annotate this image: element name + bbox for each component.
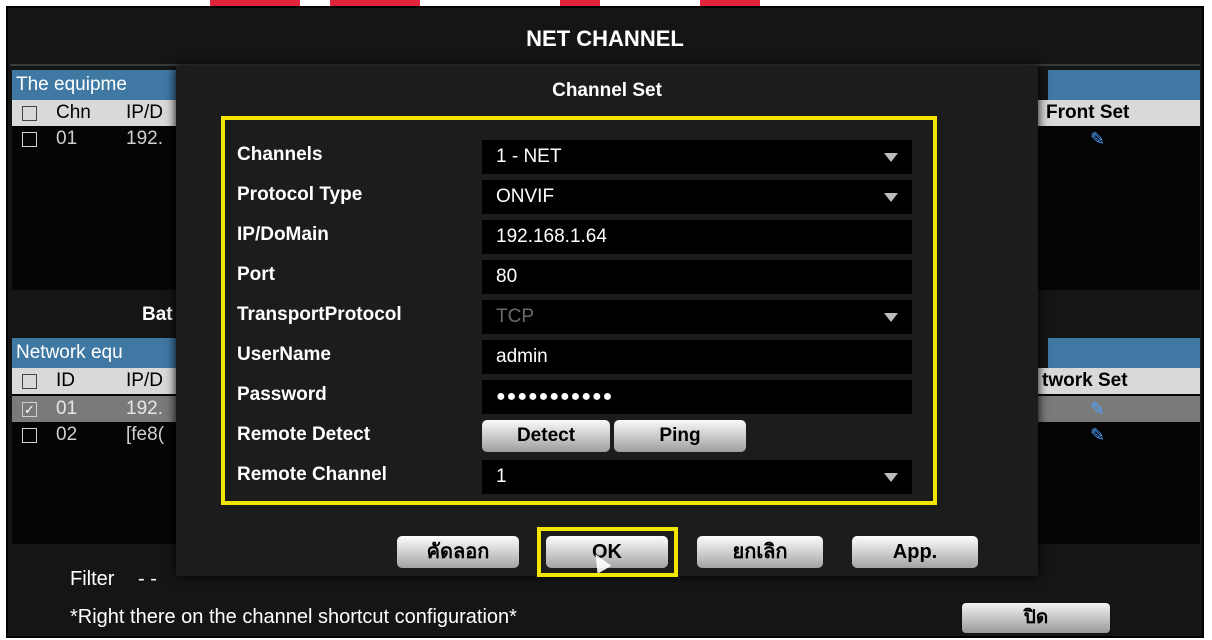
col-id: ID	[56, 370, 75, 391]
port-row: Port 80	[216, 260, 912, 294]
remote-detect-label: Remote Detect	[237, 424, 371, 445]
equipment-row-checkbox[interactable]	[22, 132, 37, 147]
password-label: Password	[237, 384, 327, 405]
equipment-section-header: The equipme	[12, 70, 182, 100]
footer-note: *Right there on the channel shortcut con…	[70, 606, 517, 628]
username-row: UserName admin	[216, 340, 912, 374]
remote-channel-row: Remote Channel 1	[216, 460, 912, 494]
filter-label: Filter	[70, 568, 115, 590]
col-network-set: twork Set	[1042, 370, 1128, 391]
remote-channel-select[interactable]: 1	[482, 460, 912, 494]
protocol-type-value: ONVIF	[496, 186, 555, 207]
equipment-ip: 192.	[126, 128, 163, 149]
network-row-checkbox[interactable]	[22, 428, 37, 443]
port-input[interactable]: 80	[482, 260, 912, 294]
edit-pencil-icon[interactable]: ✎	[1090, 126, 1105, 152]
dropdown-arrow-icon	[884, 473, 898, 482]
remote-detect-row: Remote Detect Detect Ping	[216, 420, 906, 454]
window-title: NET CHANNEL	[526, 26, 684, 51]
transport-protocol-label: TransportProtocol	[237, 304, 402, 325]
equipment-section-header-right	[1048, 70, 1200, 100]
transport-protocol-value: TCP	[496, 306, 534, 327]
apply-button[interactable]: App.	[852, 536, 978, 568]
network-ip: [fe8(	[126, 424, 165, 445]
protocol-type-row: Protocol Type ONVIF	[216, 180, 912, 214]
edit-pencil-icon[interactable]: ✎	[1090, 422, 1105, 448]
cancel-button[interactable]: ยกเลิก	[697, 536, 823, 568]
ip-domain-row: IP/DoMain 192.168.1.64	[216, 220, 912, 254]
remote-channel-label: Remote Channel	[237, 464, 387, 485]
channels-value: 1 - NET	[496, 146, 562, 167]
ping-button[interactable]: Ping	[614, 420, 746, 452]
ip-domain-label: IP/DoMain	[237, 224, 329, 245]
password-input[interactable]: ●●●●●●●●●●●	[482, 380, 912, 414]
dropdown-arrow-icon	[884, 313, 898, 322]
close-button[interactable]: ปิด	[962, 603, 1110, 633]
network-section-header: Network equ	[12, 338, 182, 368]
network-id: 01	[56, 398, 78, 419]
channels-label: Channels	[237, 144, 323, 165]
port-label: Port	[237, 264, 275, 285]
filter-value[interactable]: - -	[138, 568, 157, 591]
username-label: UserName	[237, 344, 331, 365]
dialog-title: Channel Set	[552, 80, 662, 101]
network-ip: 192.	[126, 398, 163, 419]
channel-set-dialog: Channel Set Channels 1 - NET Protocol Ty…	[176, 66, 1038, 576]
ip-domain-input[interactable]: 192.168.1.64	[482, 220, 912, 254]
dropdown-arrow-icon	[884, 153, 898, 162]
select-all-network-checkbox[interactable]	[22, 374, 37, 389]
protocol-type-label: Protocol Type	[237, 184, 363, 205]
transport-protocol-select[interactable]: TCP	[482, 300, 912, 334]
network-id: 02	[56, 424, 78, 445]
col-ip: IP/D	[126, 102, 163, 123]
channels-select[interactable]: 1 - NET	[482, 140, 912, 174]
transport-protocol-row: TransportProtocol TCP	[216, 300, 912, 334]
protocol-type-select[interactable]: ONVIF	[482, 180, 912, 214]
copy-button[interactable]: คัดลอก	[397, 536, 519, 568]
channels-row: Channels 1 - NET	[216, 140, 912, 174]
edit-pencil-icon[interactable]: ✎	[1090, 396, 1105, 422]
password-row: Password ●●●●●●●●●●●	[216, 380, 912, 414]
username-input[interactable]: admin	[482, 340, 912, 374]
col-front-set: Front Set	[1046, 102, 1130, 123]
equipment-chn: 01	[56, 128, 78, 149]
network-row-checkbox-checked[interactable]: ✓	[22, 402, 37, 417]
dropdown-arrow-icon	[884, 193, 898, 202]
network-section-header-right	[1048, 338, 1200, 368]
col-chn: Chn	[56, 102, 91, 123]
col-ip: IP/D	[126, 370, 163, 391]
remote-channel-value: 1	[496, 466, 507, 487]
select-all-equipment-checkbox[interactable]	[22, 106, 37, 121]
detect-button[interactable]: Detect	[482, 420, 610, 452]
